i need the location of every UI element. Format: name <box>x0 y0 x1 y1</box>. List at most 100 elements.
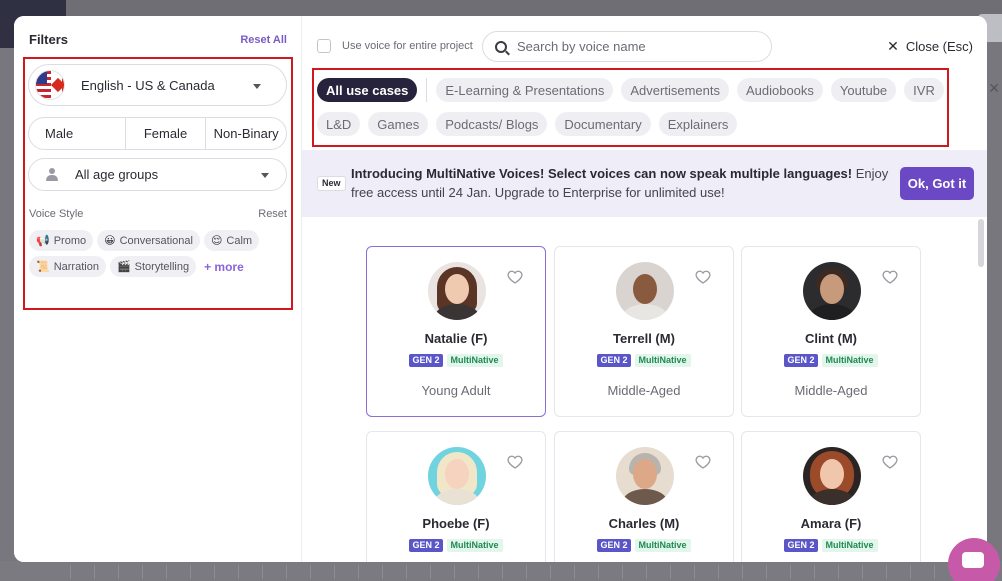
voice-card-clint[interactable]: Clint (M) GEN 2 MultiNative Middle-Aged <box>741 246 921 417</box>
use-case-chip-audiobooks[interactable]: Audiobooks <box>736 78 823 102</box>
gender-male-button[interactable]: Male <box>29 118 125 149</box>
use-case-chip-ld[interactable]: L&D <box>317 112 361 136</box>
voice-badges: GEN 2 MultiNative <box>367 354 545 367</box>
chat-bubble-icon <box>962 552 984 568</box>
voice-age: Middle-Aged <box>794 383 868 398</box>
chevron-down-icon <box>261 173 269 178</box>
voice-name: Terrell (M) <box>613 331 675 346</box>
close-icon: ✕ <box>887 38 899 54</box>
style-chip-label: Promo <box>53 234 87 247</box>
new-badge: New <box>317 176 346 191</box>
voice-avatar <box>616 447 674 505</box>
use-case-chips: All use cases E-Learning & Presentations… <box>317 78 947 136</box>
close-modal-button[interactable]: ✕ Close (Esc) <box>887 38 973 55</box>
us-canada-flag-icon <box>35 70 65 100</box>
age-group-label: All age groups <box>75 167 159 182</box>
voice-name: Natalie (F) <box>424 331 488 346</box>
chat-support-button[interactable] <box>948 538 1000 581</box>
use-case-chip-youtube[interactable]: Youtube <box>830 78 897 102</box>
use-case-chip-podcasts[interactable]: Podcasts/ Blogs <box>436 112 548 136</box>
backdrop-topbar <box>0 0 1002 16</box>
gender-non-binary-button[interactable]: Non-Binary <box>205 118 286 149</box>
heart-icon[interactable] <box>882 454 898 470</box>
language-select-label: English - US & Canada <box>81 77 215 93</box>
multinative-badge: MultiNative <box>634 354 691 367</box>
voice-style-chips: 📢 Promo 😀 Conversational 😌 Calm 📜 Narrat… <box>29 230 289 277</box>
voice-age: Young Adult <box>421 383 491 398</box>
use-case-chip-advertisements[interactable]: Advertisements <box>621 78 729 102</box>
filters-header: Filters Reset All <box>14 16 301 47</box>
gen2-badge: GEN 2 <box>409 539 443 552</box>
heart-icon[interactable] <box>507 454 523 470</box>
person-icon <box>45 167 59 182</box>
voices-scrollbar-thumb[interactable] <box>978 219 984 267</box>
language-select[interactable]: English - US & Canada <box>28 64 287 106</box>
use-case-chip-all[interactable]: All use cases <box>317 78 418 102</box>
voice-name: Clint (M) <box>805 331 857 346</box>
gen2-badge: GEN 2 <box>409 354 443 367</box>
gen2-badge: GEN 2 <box>784 354 818 367</box>
voice-badges: GEN 2 MultiNative <box>555 539 733 552</box>
voices-topbar: Use voice for entire project ✕ Close (Es… <box>302 16 987 68</box>
banner-message: Introducing MultiNative Voices! Select v… <box>351 164 891 202</box>
voice-card-natalie[interactable]: Natalie (F) GEN 2 MultiNative Young Adul… <box>366 246 546 417</box>
heart-icon[interactable] <box>882 269 898 285</box>
voice-avatar <box>616 262 674 320</box>
voice-name: Amara (F) <box>800 516 862 531</box>
style-chip-promo[interactable]: 📢 Promo <box>29 230 94 251</box>
heart-icon[interactable] <box>695 454 711 470</box>
reset-all-button[interactable]: Reset All <box>240 34 287 46</box>
voice-style-label: Voice Style <box>29 208 84 220</box>
voice-search-input[interactable] <box>517 39 757 54</box>
heart-icon[interactable] <box>695 269 711 285</box>
megaphone-icon: 📢 <box>36 235 50 247</box>
voice-age: Middle-Aged <box>607 383 681 398</box>
use-case-divider <box>426 78 428 102</box>
voice-name: Phoebe (F) <box>422 516 490 531</box>
style-chip-label: Storytelling <box>134 260 190 273</box>
heart-icon[interactable] <box>507 269 523 285</box>
gender-toggle-group: Male Female Non-Binary <box>28 117 287 150</box>
style-chip-conversational[interactable]: 😀 Conversational <box>97 230 200 251</box>
gen2-badge: GEN 2 <box>597 539 631 552</box>
multinative-badge: MultiNative <box>446 354 503 367</box>
use-case-chip-documentary[interactable]: Documentary <box>555 112 651 136</box>
voice-card-terrell[interactable]: Terrell (M) GEN 2 MultiNative Middle-Age… <box>554 246 734 417</box>
style-chip-label: Conversational <box>119 234 193 247</box>
voice-style-header: Voice Style Reset <box>29 208 287 220</box>
style-chip-narration[interactable]: 📜 Narration <box>29 256 106 277</box>
voice-avatar <box>428 262 486 320</box>
multinative-badge: MultiNative <box>634 539 691 552</box>
voice-badges: GEN 2 MultiNative <box>367 539 545 552</box>
banner-ok-button[interactable]: Ok, Got it <box>900 167 974 200</box>
style-chip-label: Narration <box>53 260 99 273</box>
more-styles-link[interactable]: + more <box>200 256 244 277</box>
chevron-down-icon <box>253 84 261 89</box>
use-case-chip-ivr[interactable]: IVR <box>904 78 944 102</box>
style-chip-storytelling[interactable]: 🎬 Storytelling <box>109 256 197 277</box>
voice-badges: GEN 2 MultiNative <box>555 354 733 367</box>
voices-main-panel: Use voice for entire project ✕ Close (Es… <box>302 16 987 562</box>
multinative-badge: MultiNative <box>821 539 878 552</box>
smile-icon: 😀 <box>104 235 116 247</box>
search-icon <box>495 40 507 53</box>
voice-avatar <box>803 447 861 505</box>
voice-card-amara[interactable]: Amara (F) GEN 2 MultiNative <box>741 431 921 562</box>
style-chip-calm[interactable]: 😌 Calm <box>203 230 260 251</box>
style-chip-label: Calm <box>226 234 253 247</box>
voice-card-charles[interactable]: Charles (M) GEN 2 MultiNative <box>554 431 734 562</box>
voice-card-phoebe[interactable]: Phoebe (F) GEN 2 MultiNative <box>366 431 546 562</box>
voice-picker-modal: Filters Reset All English - US & Canada … <box>14 16 987 562</box>
age-group-select[interactable]: All age groups <box>28 158 287 191</box>
use-case-chip-elearning[interactable]: E-Learning & Presentations <box>436 78 614 102</box>
filters-panel: Filters Reset All English - US & Canada … <box>14 16 302 562</box>
voice-avatar <box>803 262 861 320</box>
scroll-icon: 📜 <box>36 261 50 273</box>
use-case-chip-games[interactable]: Games <box>368 112 429 136</box>
voice-style-reset-button[interactable]: Reset <box>258 208 287 220</box>
use-case-chip-explainers[interactable]: Explainers <box>658 112 738 136</box>
voice-badges: GEN 2 MultiNative <box>742 539 920 552</box>
use-voice-entire-project-checkbox[interactable] <box>317 39 331 53</box>
multinative-badge: MultiNative <box>821 354 878 367</box>
gender-female-button[interactable]: Female <box>124 118 206 149</box>
